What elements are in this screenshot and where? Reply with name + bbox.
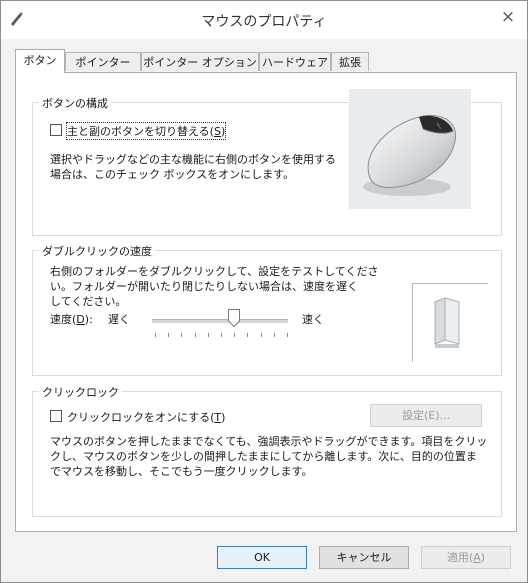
click-lock-description: マウスのボタンを押したままでなくても、強調表示やドラッグができます。項目をクリッ… bbox=[50, 435, 488, 478]
folder-icon[interactable] bbox=[413, 284, 488, 362]
tab-pointer-options[interactable]: ポインター オプション bbox=[141, 52, 259, 71]
click-lock-title: クリックロック bbox=[39, 384, 122, 400]
title-bar[interactable]: マウスのプロパティ × bbox=[1, 1, 527, 39]
switch-buttons-checkbox[interactable] bbox=[50, 124, 62, 136]
speed-slider-tick bbox=[247, 333, 248, 337]
speed-slider-tick bbox=[234, 333, 235, 337]
ok-button[interactable]: OK bbox=[217, 546, 307, 569]
speed-slider-tick bbox=[261, 333, 262, 337]
speed-slider-tick bbox=[274, 333, 275, 337]
window-title: マウスのプロパティ bbox=[201, 14, 327, 30]
slow-label: 遅く bbox=[108, 313, 130, 326]
close-button[interactable]: × bbox=[495, 5, 521, 29]
button-config-title: ボタンの構成 bbox=[39, 95, 111, 111]
speed-slider-tick bbox=[181, 333, 182, 337]
speed-label: 速度(D): bbox=[50, 313, 93, 326]
cancel-button[interactable]: キャンセル bbox=[319, 546, 409, 569]
double-click-title: ダブルクリックの速度 bbox=[39, 243, 155, 259]
tab-buttons[interactable]: ボタン bbox=[15, 49, 65, 73]
apply-button[interactable]: 適用(A) bbox=[421, 546, 511, 569]
tab-extension[interactable]: 拡張 bbox=[331, 52, 369, 71]
speed-slider-tick bbox=[195, 333, 196, 337]
mouse-properties-window: マウスのプロパティ × ボタン ポインター ポインター オプション ハードウェア… bbox=[0, 0, 528, 583]
double-click-test-area[interactable] bbox=[412, 283, 488, 362]
click-lock-checkbox[interactable] bbox=[50, 410, 62, 422]
fast-label: 速く bbox=[302, 313, 324, 326]
tab-hardware[interactable]: ハードウェア bbox=[259, 52, 331, 71]
speed-slider-tick bbox=[287, 333, 288, 337]
speed-slider-tick bbox=[221, 333, 222, 337]
speed-slider-ticks bbox=[155, 333, 288, 341]
double-click-description: 右側のフォルダーをダブルクリックして、設定をテストしてくださ い。フォルダーが開… bbox=[50, 265, 379, 308]
speed-slider-track[interactable] bbox=[152, 319, 288, 323]
click-lock-settings-button[interactable]: 設定(E)... bbox=[370, 404, 482, 427]
speed-slider-tick bbox=[168, 333, 169, 337]
speed-slider-tick bbox=[155, 333, 156, 337]
mouse-icon bbox=[363, 115, 457, 196]
switch-buttons-label[interactable]: 主と副のボタンを切り替える(S) bbox=[65, 122, 227, 140]
button-config-description: 選択やドラッグなどの主な機能に右側のボタンを使用する 場合は、このチェック ボッ… bbox=[50, 153, 336, 181]
mouse-illustration bbox=[349, 89, 471, 209]
speed-slider-thumb[interactable] bbox=[228, 309, 240, 327]
tab-panel-buttons: ボタンの構成 主と副のボタンを切り替える(S) 選択やドラッグなどの主な機能に右… bbox=[15, 72, 517, 532]
tab-pointers[interactable]: ポインター bbox=[65, 52, 141, 71]
speed-slider-tick bbox=[208, 333, 209, 337]
click-lock-label[interactable]: クリックロックをオンにする(T) bbox=[67, 409, 225, 425]
